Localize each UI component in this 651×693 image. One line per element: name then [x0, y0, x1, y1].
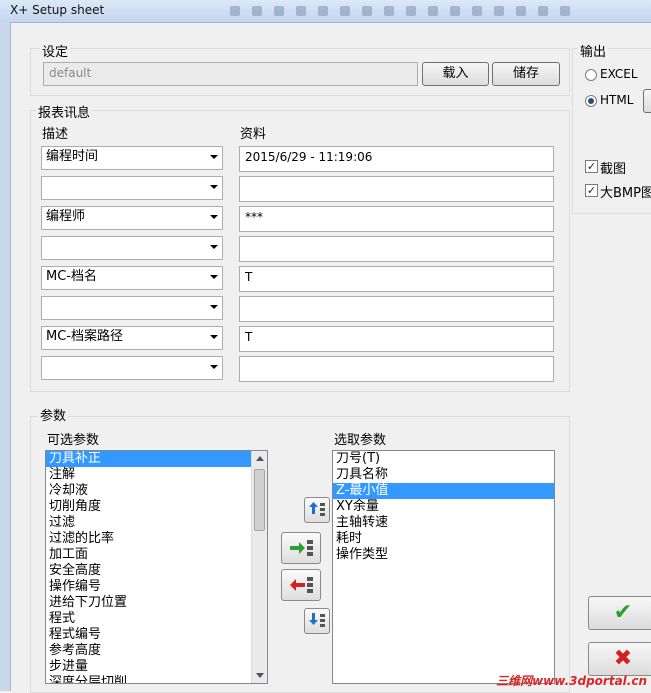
description-combo-7[interactable]: MC-档案路径	[41, 326, 223, 350]
scroll-down-icon[interactable]	[256, 673, 264, 678]
selected-param-item[interactable]: 主轴转速	[333, 515, 554, 531]
available-params-items: 刀具补正 注解 冷却液 切削角度 过滤 过滤的比率 加工面 安全高度 操作编号 进给下刀位置 程式程…	[46, 451, 267, 683]
ok-button[interactable]: ✔	[588, 596, 651, 630]
description-combo-4[interactable]	[41, 236, 223, 260]
save-button[interactable]: 储存	[492, 62, 560, 86]
selected-param-item[interactable]: 刀具名称	[333, 467, 554, 483]
description-combo-2[interactable]	[41, 176, 223, 200]
available-param-item[interactable]: 注解	[46, 467, 267, 483]
description-combo-6[interactable]	[41, 296, 223, 320]
selected-param-item[interactable]: 操作类型	[333, 547, 554, 563]
add-parameter-button[interactable]	[281, 532, 321, 564]
scroll-thumb[interactable]	[254, 469, 265, 531]
selected-params-items: 刀号(T) 刀具名称 Z-最小值 XY余量 主轴转速 耗时 操作类型	[333, 451, 554, 563]
html-options-button[interactable]	[643, 89, 651, 113]
chevron-down-icon	[210, 365, 218, 369]
html-radio[interactable]	[585, 95, 597, 107]
available-param-item[interactable]: 安全高度	[46, 563, 267, 579]
description-combo-3[interactable]: 编程师	[41, 206, 223, 230]
data-header: 资料	[240, 127, 267, 142]
parameters-label: 参数	[38, 405, 69, 424]
check-icon: ✔	[613, 600, 633, 625]
background-toolbar-icons	[230, 5, 610, 17]
screenshot-label: 截图	[600, 162, 627, 177]
html-radio-label: HTML	[600, 93, 634, 107]
chevron-down-icon	[210, 185, 218, 189]
available-param-item[interactable]: 刀具补正	[46, 451, 267, 467]
data-field-4[interactable]	[239, 236, 554, 262]
chevron-down-icon	[210, 335, 218, 339]
data-field-5[interactable]: T	[239, 266, 554, 292]
description-combo-8[interactable]	[41, 356, 223, 380]
arrow-left-remove-icon	[290, 577, 313, 593]
selected-param-item[interactable]: Z-最小值	[333, 483, 554, 499]
description-combo-1[interactable]: 编程时间	[41, 146, 223, 170]
available-params-scrollbar[interactable]	[251, 451, 267, 683]
available-params-list[interactable]: 刀具补正 注解 冷却液 切削角度 过滤 过滤的比率 加工面 安全高度 操作编号 进给下刀位置 程式程…	[45, 450, 268, 684]
scroll-up-icon[interactable]	[256, 456, 264, 461]
output-label: 输出	[578, 41, 609, 60]
available-param-item[interactable]: 步进量	[46, 659, 267, 675]
chevron-down-icon	[210, 305, 218, 309]
available-param-item[interactable]: 冷却液	[46, 483, 267, 499]
window-title: X+ Setup sheet	[10, 3, 105, 17]
move-up-button[interactable]	[304, 497, 330, 523]
site-watermark: 三维网www.3dportal.cn	[496, 674, 647, 688]
excel-radio-label: EXCEL	[600, 67, 638, 81]
cancel-button[interactable]: ✖	[588, 642, 651, 676]
available-param-item[interactable]: 加工面	[46, 547, 267, 563]
available-param-item[interactable]: 过滤	[46, 515, 267, 531]
window-left-border	[0, 22, 11, 691]
selected-param-item[interactable]: 耗时	[333, 531, 554, 547]
available-param-item[interactable]: 参考高度	[46, 643, 267, 659]
available-param-item[interactable]: 程式	[46, 611, 267, 627]
available-param-item[interactable]: 进给下刀位置	[46, 595, 267, 611]
description-combo-5[interactable]: MC-档名	[41, 266, 223, 290]
available-param-item[interactable]: 深度分层切削	[46, 675, 267, 683]
data-field-7[interactable]: T	[239, 326, 554, 352]
arrow-right-add-icon	[290, 540, 313, 556]
move-down-icon	[309, 613, 325, 627]
selected-param-item[interactable]: XY余量	[333, 499, 554, 515]
selected-params-list[interactable]: 刀号(T) 刀具名称 Z-最小值 XY余量 主轴转速 耗时 操作类型	[332, 450, 555, 684]
large-bmp-checkbox[interactable]: ✓	[585, 184, 598, 197]
available-param-item[interactable]: 切削角度	[46, 499, 267, 515]
available-param-item[interactable]: 操作编号	[46, 579, 267, 595]
chevron-down-icon	[210, 275, 218, 279]
move-up-icon	[309, 502, 325, 516]
data-field-1[interactable]: 2015/6/29 - 11:19:06	[239, 146, 554, 172]
large-bmp-label: 大BMP图	[600, 186, 651, 201]
load-button[interactable]: 载入	[422, 62, 489, 86]
remove-parameter-button[interactable]	[281, 569, 321, 601]
data-field-3[interactable]: ***	[239, 206, 554, 232]
selected-params-label: 选取参数	[334, 433, 387, 448]
chevron-down-icon	[210, 245, 218, 249]
excel-radio[interactable]	[585, 69, 597, 81]
available-param-item[interactable]: 过滤的比率	[46, 531, 267, 547]
title-bar: X+ Setup sheet	[0, 0, 651, 23]
chevron-down-icon	[210, 215, 218, 219]
screenshot-checkbox[interactable]: ✓	[585, 160, 598, 173]
settings-label: 设定	[40, 41, 71, 60]
report-info-label: 报表讯息	[36, 102, 93, 121]
settings-name-field[interactable]: default	[43, 62, 418, 86]
data-field-2[interactable]	[239, 176, 554, 202]
data-field-6[interactable]	[239, 296, 554, 322]
chevron-down-icon	[210, 155, 218, 159]
data-field-8[interactable]	[239, 356, 554, 382]
available-param-item[interactable]: 程式编号	[46, 627, 267, 643]
move-down-button[interactable]	[304, 608, 330, 634]
available-params-label: 可选参数	[47, 433, 100, 448]
description-header: 描述	[42, 127, 69, 142]
selected-param-item[interactable]: 刀号(T)	[333, 451, 554, 467]
close-icon: ✖	[613, 646, 633, 671]
